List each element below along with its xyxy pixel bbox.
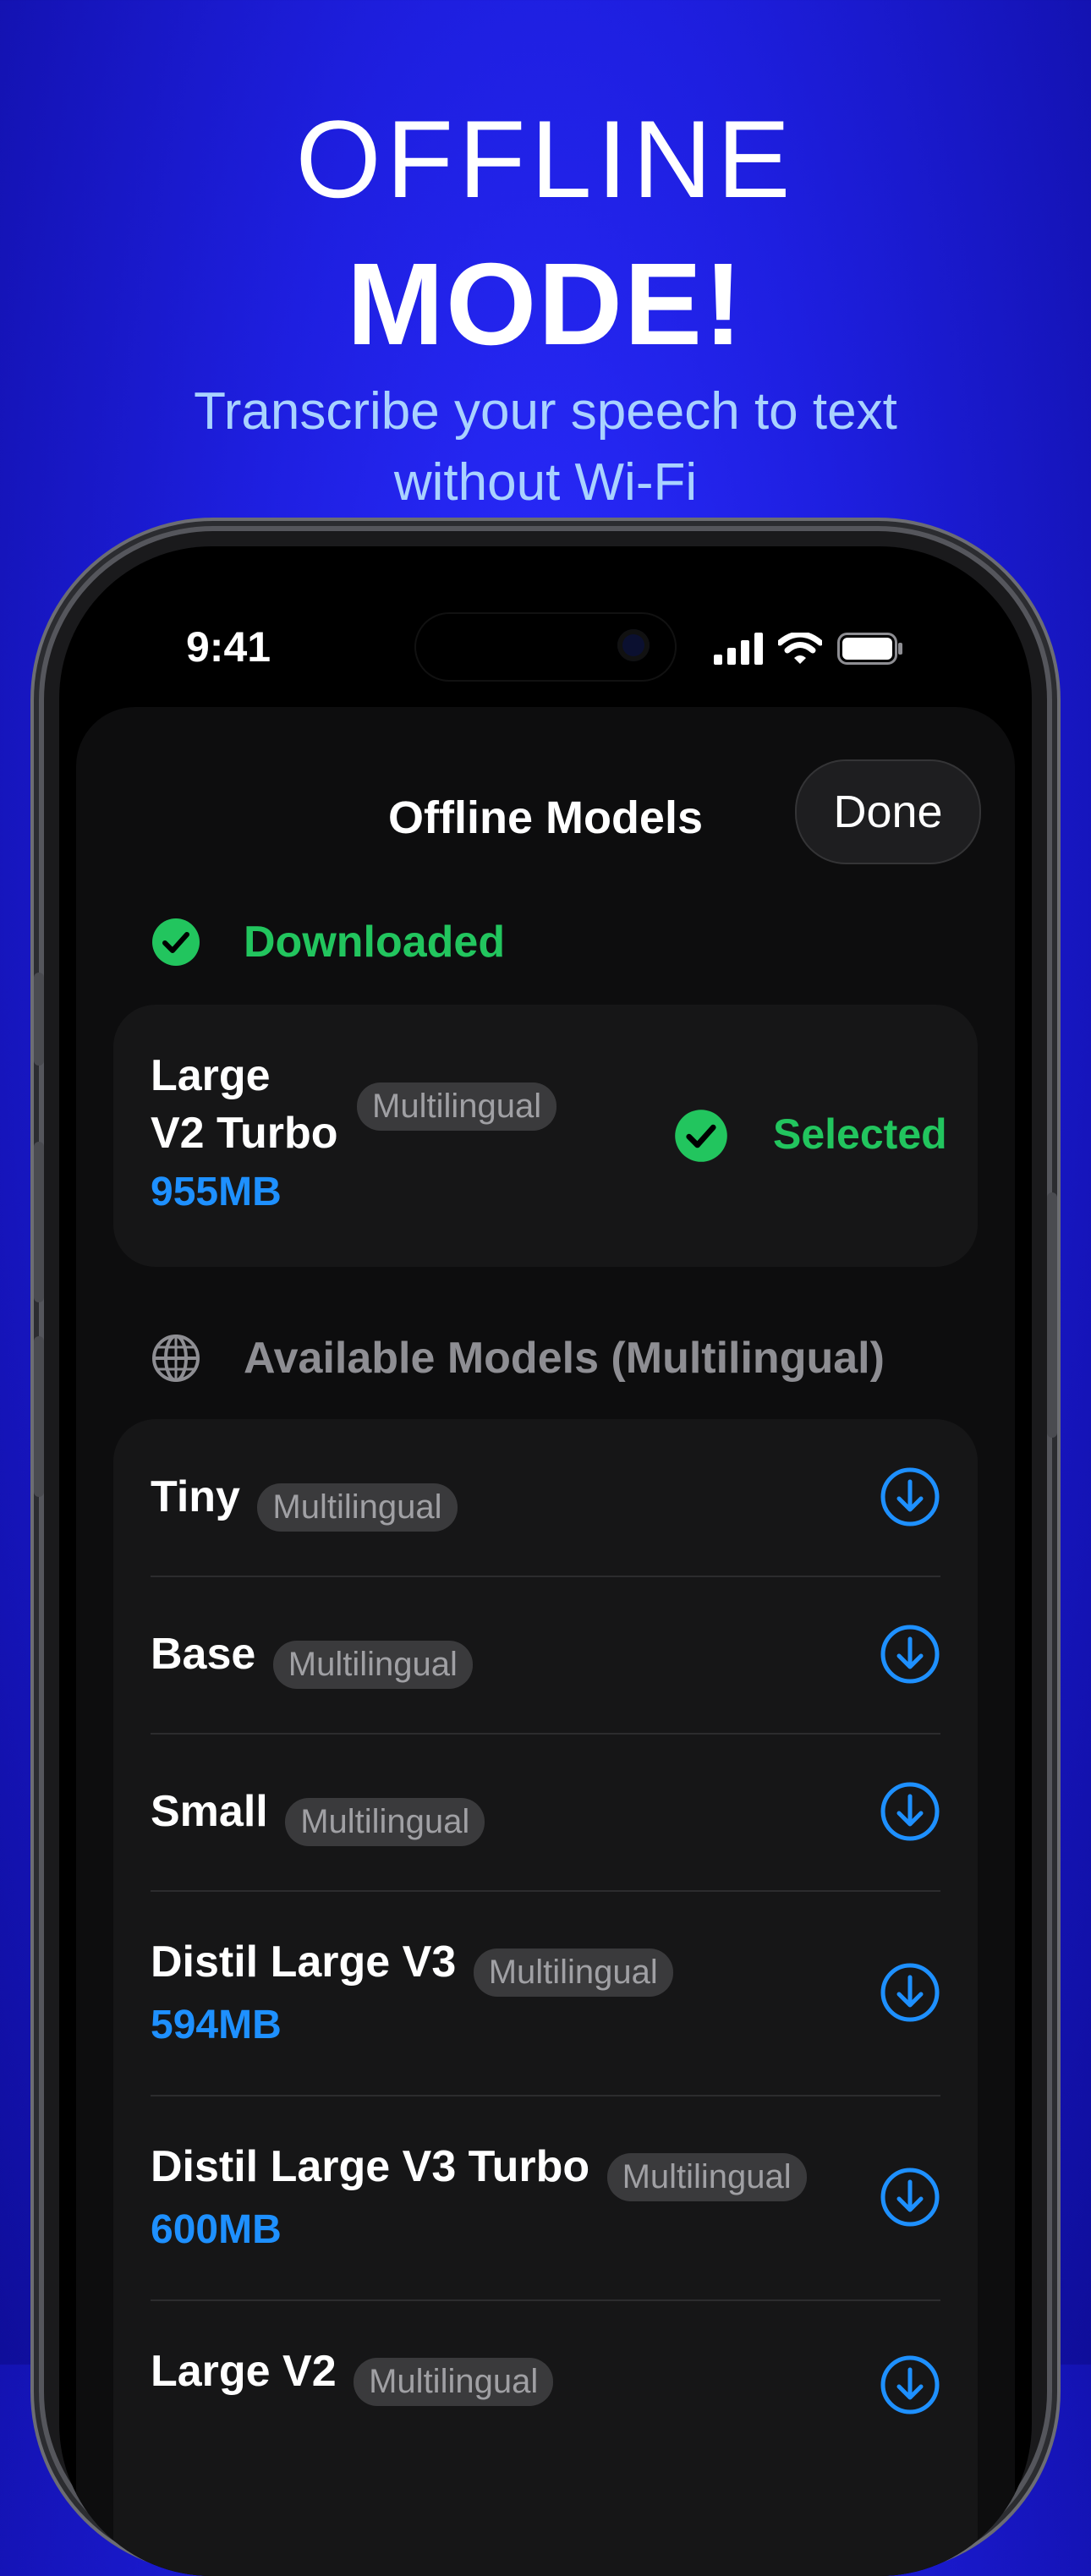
downloaded-label: Downloaded [244, 918, 506, 967]
promo-subtitle-line1: Transcribe your speech to text [194, 382, 897, 441]
model-size: 955MB [151, 1170, 282, 1214]
cellular-signal-icon [714, 633, 763, 665]
available-models-list: Tiny Multilingual Base Multilingual Smal… [113, 1419, 978, 2576]
multilingual-tag: Multilingual [473, 1948, 673, 1998]
model-name: Distil Large V3 [151, 1937, 457, 1987]
model-size: 594MB [151, 2003, 282, 2048]
divider [151, 1733, 940, 1735]
promo-title-line2: MODE! [347, 239, 744, 370]
wifi-icon [778, 633, 822, 664]
camera-icon [617, 629, 650, 661]
multilingual-tag: Multilingual [257, 1483, 458, 1532]
promo-title-line1: OFFLINE [295, 97, 796, 221]
list-item-large-v2[interactable]: Large V2 Multilingual [151, 2343, 940, 2407]
promo-subtitle: Transcribe your speech to text without W… [0, 376, 1091, 518]
check-circle-icon [152, 918, 200, 966]
download-icon[interactable] [880, 1781, 940, 1842]
status-icons [714, 633, 905, 665]
action-button [34, 973, 44, 1066]
power-button [1047, 1192, 1057, 1438]
divider [151, 2095, 940, 2096]
available-section-header: Available Models (Multilingual) [151, 1333, 885, 1384]
download-icon[interactable] [880, 2167, 940, 2228]
download-icon[interactable] [880, 1624, 940, 1685]
downloaded-model-info: Large V2 Turbo 955MB [151, 1047, 337, 1215]
available-models-label: Available Models (Multilingual) [244, 1334, 885, 1383]
done-button[interactable]: Done [795, 759, 981, 864]
multilingual-tag: Multilingual [606, 2153, 807, 2202]
multilingual-tag: Multilingual [272, 1641, 473, 1690]
divider [151, 1576, 940, 1577]
offline-models-sheet: Offline Models Done Downloaded Large V2 … [76, 707, 1015, 2576]
selected-check-icon [675, 1110, 727, 1162]
divider [151, 1890, 940, 1892]
status-bar: 9:41 [59, 546, 1032, 715]
model-name-line1: Large [151, 1051, 271, 1100]
divider [151, 2299, 940, 2301]
multilingual-tag: Multilingual [285, 1798, 485, 1847]
model-name: Base [151, 1630, 256, 1679]
model-name: Distil Large V3 Turbo [151, 2142, 590, 2191]
downloaded-section-header: Downloaded [151, 917, 505, 967]
list-item-distil-large-v3[interactable]: Distil Large V3 Multilingual 594MB [151, 1933, 940, 2048]
list-item-tiny[interactable]: Tiny Multilingual [151, 1468, 940, 1532]
list-item-base[interactable]: Base Multilingual [151, 1625, 940, 1690]
download-icon[interactable] [880, 1962, 940, 2023]
globe-icon [152, 1335, 200, 1382]
model-size: 600MB [151, 2207, 282, 2253]
model-name-line2: V2 Turbo [151, 1109, 338, 1158]
list-item-distil-large-v3-turbo[interactable]: Distil Large V3 Turbo Multilingual 600MB [151, 2138, 940, 2253]
volume-down-button [34, 1336, 44, 1497]
multilingual-tag: Multilingual [354, 2358, 554, 2407]
battery-icon [837, 633, 902, 665]
multilingual-tag: Multilingual [357, 1082, 557, 1131]
selected-label: Selected [773, 1110, 947, 1158]
promo-subtitle-line2: without Wi-Fi [393, 453, 698, 512]
download-icon[interactable] [880, 2354, 940, 2415]
download-icon[interactable] [880, 1466, 940, 1527]
model-name: Large V2 [151, 2347, 337, 2396]
status-time: 9:41 [186, 623, 271, 671]
model-name: Tiny [151, 1472, 240, 1521]
volume-up-button [34, 1142, 44, 1302]
phone-screen: 9:41 Offline Models Done Downloaded Larg… [59, 546, 1032, 2576]
model-name: Small [151, 1787, 268, 1836]
downloaded-model-card[interactable]: Large V2 Turbo 955MB Multilingual Select… [113, 1005, 978, 1267]
list-item-small[interactable]: Small Multilingual [151, 1783, 940, 1847]
